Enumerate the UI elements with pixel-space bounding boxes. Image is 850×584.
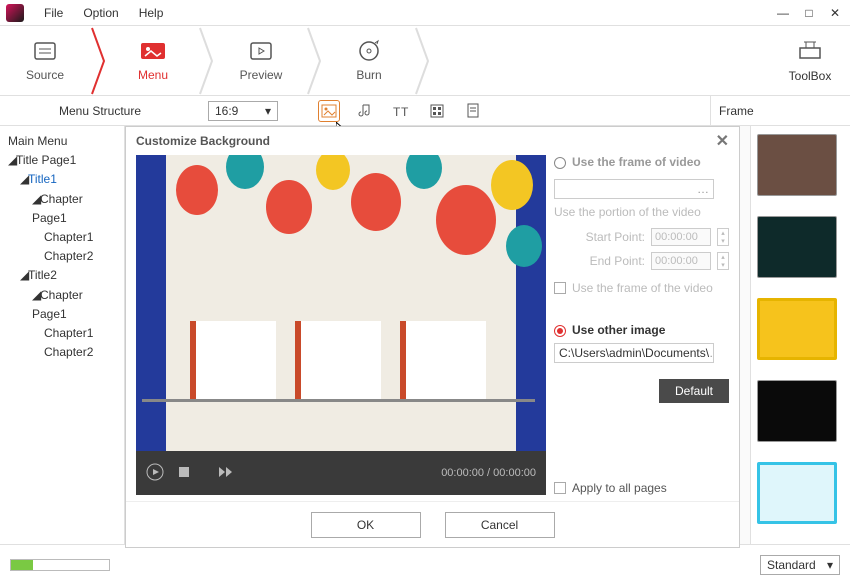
frame-panel-label: Frame [710,96,850,125]
menu-help[interactable]: Help [129,6,174,20]
chevron-down-icon: ▾ [827,558,833,572]
template-tool[interactable] [462,100,484,122]
menu-icon [139,40,167,62]
svg-text:T: T [393,105,401,118]
disc-usage-bar [10,559,110,571]
tree-chapter-page1-b[interactable]: ◢Chapter Page1 Chapter1 Chapter2 [32,286,120,363]
stop-button[interactable] [178,466,190,481]
start-point-label: Start Point: [586,230,645,244]
svg-text:T: T [401,105,409,118]
toolbox-icon [796,38,824,63]
app-logo [6,4,24,22]
tab-burn-label: Burn [356,68,381,82]
tab-source[interactable]: Source [0,26,90,96]
ok-button[interactable]: OK [311,512,421,538]
aspect-value: 16:9 [215,104,238,118]
tab-preview-label: Preview [240,68,283,82]
title-bar: File Option Help — □ ✕ [0,0,850,26]
apply-all-label: Apply to all pages [572,481,667,495]
chapter-tool[interactable] [426,100,448,122]
tree-chapter1-b[interactable]: Chapter1 [44,324,120,343]
canvas-area: Customize Background ✕ [125,126,750,544]
next-button[interactable] [218,466,234,481]
preview-icon [247,40,275,62]
video-path-input[interactable]: … [554,179,714,199]
chevron-icon [306,26,324,96]
aspect-ratio-select[interactable]: 16:9 ▾ [208,101,278,121]
tab-toolbox[interactable]: ToolBox [770,38,850,83]
end-point-input [651,252,711,270]
tree-title2[interactable]: ◢Title2 ◢Chapter Page1 Chapter1 Chapter2 [20,266,120,362]
chevron-down-icon: ▾ [265,104,271,118]
tree-chapter2-a[interactable]: Chapter2 [44,247,120,266]
burn-icon [355,40,383,62]
end-point-label: End Point: [590,254,645,268]
dialog-title: Customize Background [136,134,270,148]
menu-structure-label: Menu Structure [0,104,200,118]
music-tool[interactable] [354,100,376,122]
cancel-button[interactable]: Cancel [445,512,555,538]
close-button[interactable]: ✕ [826,6,844,20]
frame-swatch-4[interactable] [757,380,837,442]
tab-burn[interactable]: Burn [324,26,414,96]
standard-value: Standard [767,558,816,572]
image-path-input[interactable]: C:\Users\admin\Documents\… [554,343,714,363]
tree-title1[interactable]: ◢Title1 ◢Chapter Page1 Chapter1 Chapter2 [20,170,120,266]
tab-preview[interactable]: Preview [216,26,306,96]
preview-pane: 00:00:00 / 00:00:00 [136,155,546,495]
text-tool[interactable]: TT [390,100,412,122]
step-tabs: Source Menu Preview Burn ToolBox [0,26,850,96]
status-bar: Standard ▾ [0,544,850,584]
use-frame-checkbox [554,282,566,294]
frame-swatch-1[interactable] [757,134,837,196]
use-frame-chk-label: Use the frame of the video [572,281,713,295]
standard-select[interactable]: Standard ▾ [760,555,840,575]
dialog-close-button[interactable]: ✕ [716,131,729,151]
background-image-tool[interactable] [318,100,340,122]
customize-background-dialog: Customize Background ✕ [125,126,740,548]
chevron-icon [90,26,108,96]
tab-menu-label: Menu [138,68,168,82]
options-pane: Use the frame of video … Use the portion… [554,155,729,495]
tree-main-menu[interactable]: Main Menu [8,132,120,151]
tree-chapter1-a[interactable]: Chapter1 [44,228,120,247]
source-icon [31,40,59,62]
maximize-button[interactable]: □ [800,6,818,20]
start-spinner: ▴▾ [717,228,729,246]
chevron-icon [198,26,216,96]
minimize-button[interactable]: — [774,6,792,20]
frame-swatch-3[interactable] [757,298,837,360]
options-bar: Menu Structure 16:9 ▾ TT Frame [0,96,850,126]
use-portion-label: Use the portion of the video [554,205,729,219]
menu-file[interactable]: File [34,6,73,20]
menu-option[interactable]: Option [73,6,128,20]
default-button[interactable]: Default [659,379,729,403]
tree-title-page1[interactable]: ◢Title Page1 ◢Title1 ◢Chapter Page1 Chap… [8,151,120,362]
tab-menu[interactable]: Menu [108,26,198,96]
timecode: 00:00:00 / 00:00:00 [441,467,536,479]
end-spinner: ▴▾ [717,252,729,270]
chevron-icon [414,26,432,96]
play-button[interactable] [146,463,164,484]
tree-chapter2-b[interactable]: Chapter2 [44,343,120,362]
tab-toolbox-label: ToolBox [789,69,832,83]
frame-panel [750,126,850,544]
start-point-input [651,228,711,246]
seek-bar[interactable] [142,393,540,407]
use-frame-radio[interactable]: Use the frame of video [554,155,729,169]
frame-swatch-2[interactable] [757,216,837,278]
preview-image [136,155,546,451]
apply-all-checkbox[interactable] [554,482,566,494]
tab-source-label: Source [26,68,64,82]
use-other-radio[interactable]: Use other image [554,323,729,337]
frame-swatch-5[interactable] [757,462,837,524]
tree-chapter-page1-a[interactable]: ◢Chapter Page1 Chapter1 Chapter2 [32,190,120,267]
menu-tree[interactable]: Main Menu ◢Title Page1 ◢Title1 ◢Chapter … [0,126,125,544]
